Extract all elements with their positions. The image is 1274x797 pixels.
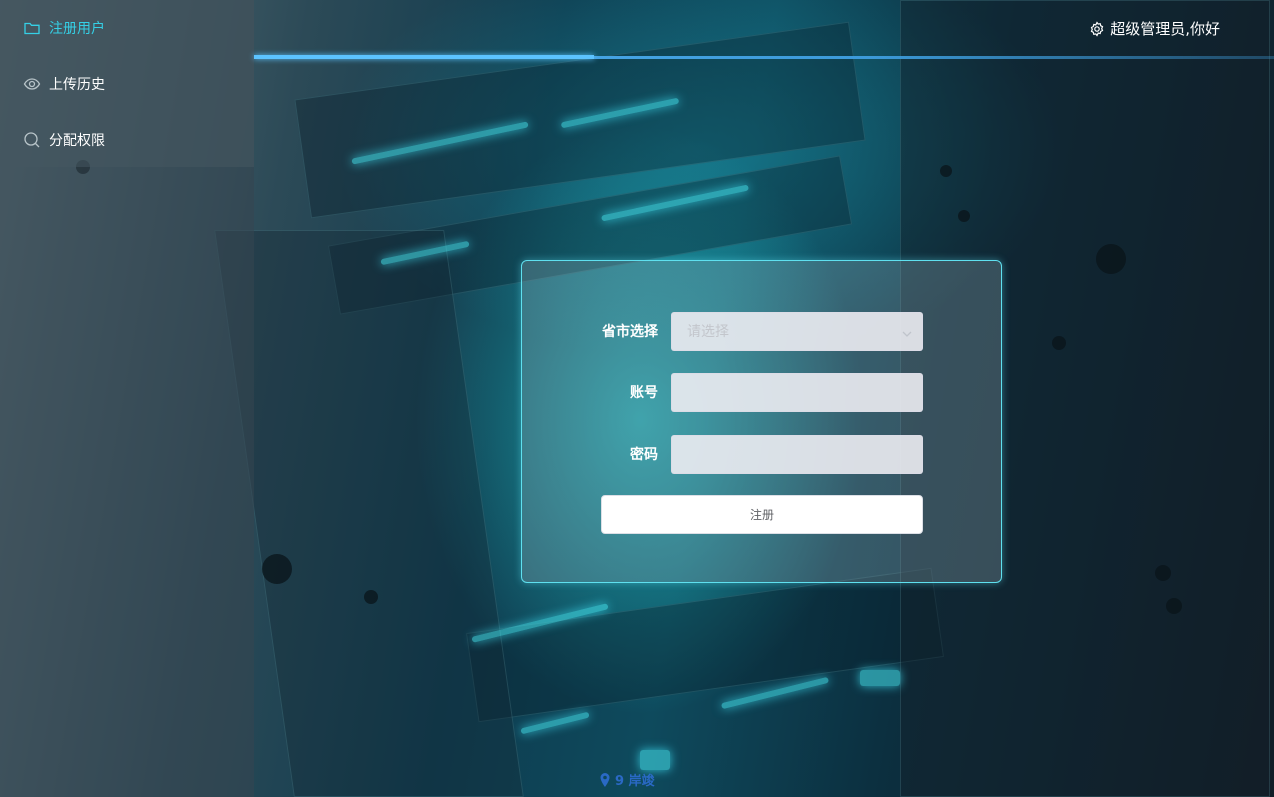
account-row: 账号: [522, 372, 1003, 412]
folder-icon: [23, 19, 41, 37]
footer-watermark-text: 9 岸竣: [615, 774, 655, 789]
password-label: 密码: [630, 447, 658, 463]
province-row: 省市选择 请选择: [522, 311, 1003, 351]
register-button[interactable]: 注册: [601, 495, 923, 534]
header-divider: [254, 55, 1274, 59]
password-input[interactable]: [671, 434, 923, 474]
sidebar-menu: 注册用户 上传历史 分配权限: [0, 0, 254, 167]
sidebar-item-label: 分配权限: [49, 133, 105, 149]
password-row: 密码: [522, 434, 1003, 474]
footer-watermark: 9 岸竣: [599, 770, 655, 789]
sidebar-item-register-user[interactable]: 注册用户: [0, 0, 254, 56]
location-pin-icon: [599, 772, 611, 787]
sidebar-item-label: 上传历史: [49, 77, 105, 93]
sidebar: 注册用户 上传历史 分配权限: [0, 0, 254, 797]
province-select[interactable]: 请选择: [671, 311, 923, 351]
sidebar-item-assign-permission[interactable]: 分配权限: [0, 112, 254, 168]
gear-icon: [1089, 20, 1105, 37]
search-icon: [23, 131, 41, 149]
account-label: 账号: [630, 385, 658, 401]
province-select-display[interactable]: 请选择: [671, 311, 923, 351]
sidebar-item-upload-history[interactable]: 上传历史: [0, 56, 254, 112]
greeting-text: 超级管理员,你好: [1110, 20, 1220, 38]
eye-icon: [23, 75, 41, 93]
province-label: 省市选择: [602, 324, 658, 340]
account-input[interactable]: [671, 372, 923, 412]
chevron-down-icon: [901, 325, 913, 337]
user-greeting[interactable]: 超级管理员,你好: [1089, 18, 1220, 39]
header-divider-glow: [254, 55, 594, 59]
register-form: 省市选择 请选择 账号 密码 注册: [521, 260, 1002, 583]
sidebar-item-label: 注册用户: [49, 21, 105, 37]
